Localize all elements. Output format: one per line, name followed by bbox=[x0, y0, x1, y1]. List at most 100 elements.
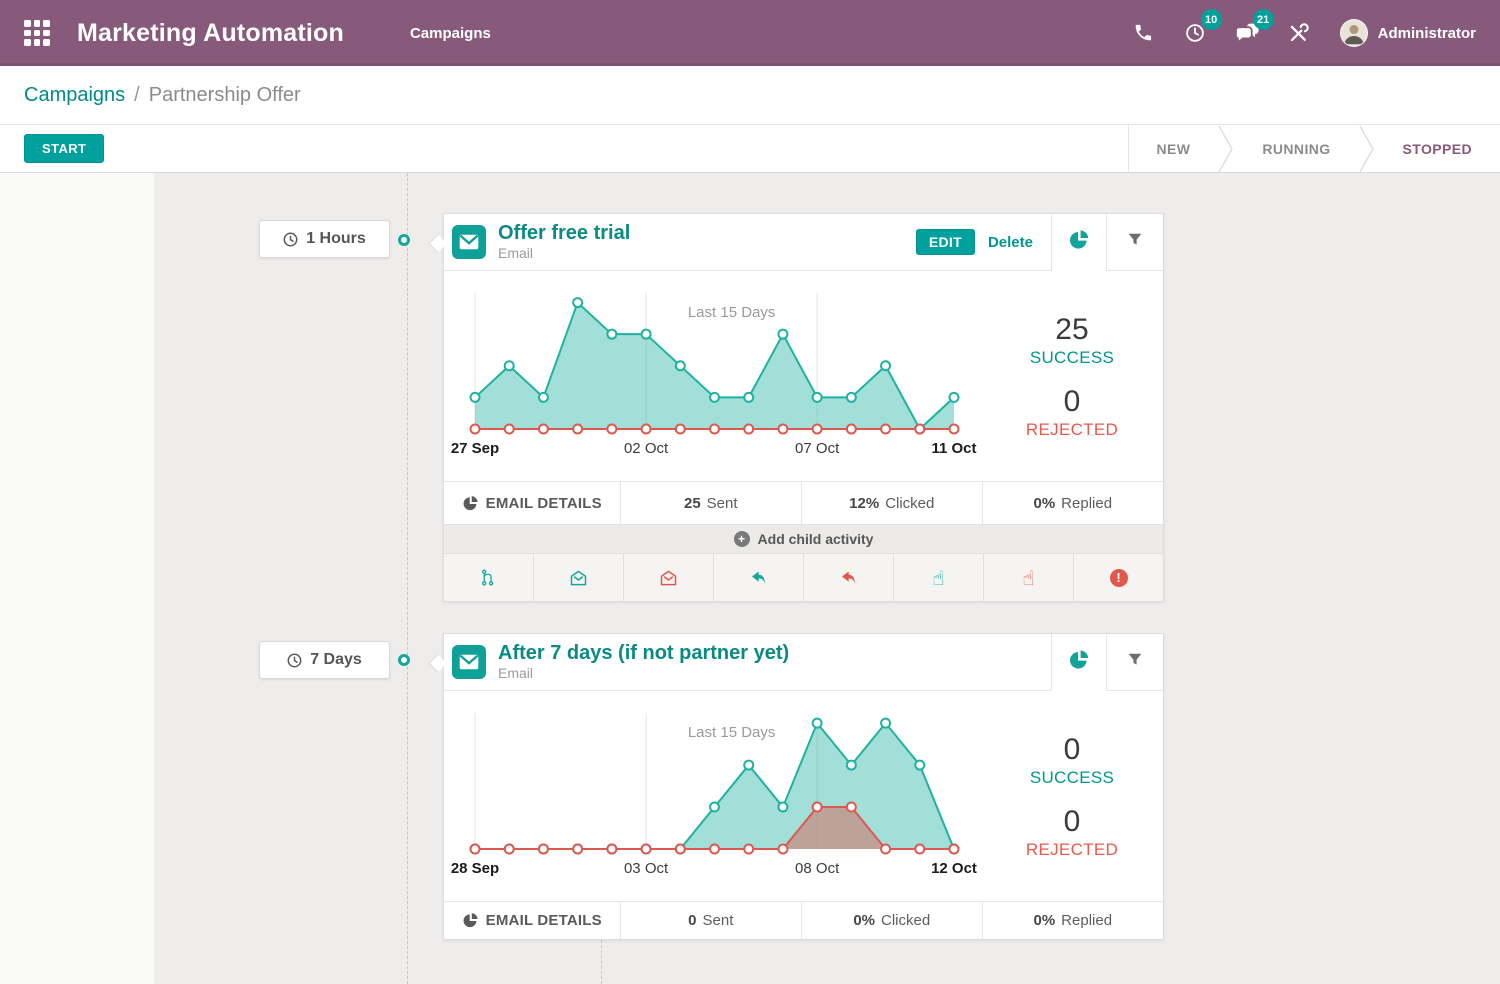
email-details-button[interactable]: EMAIL DETAILS bbox=[444, 902, 620, 939]
stage-stopped[interactable]: STOPPED bbox=[1375, 125, 1500, 172]
email-details-label: EMAIL DETAILS bbox=[486, 912, 602, 929]
activity-2-filter-tab[interactable] bbox=[1106, 634, 1163, 691]
child-activity-trigger-reply-icon[interactable] bbox=[713, 554, 803, 601]
replied-value: 0% bbox=[1033, 495, 1055, 512]
activities-clock-icon[interactable]: 10 bbox=[1180, 13, 1210, 53]
clock-icon bbox=[287, 653, 302, 668]
svg-text:12 Oct: 12 Oct bbox=[931, 860, 977, 877]
delay-text: 1 Hours bbox=[306, 230, 366, 248]
email-activity-icon bbox=[452, 645, 486, 679]
success-count[interactable]: 25 bbox=[1030, 313, 1114, 346]
pie-chart-icon bbox=[462, 495, 479, 512]
clicked-stat[interactable]: 12% Clicked bbox=[801, 482, 982, 524]
replied-label: Replied bbox=[1061, 912, 1112, 929]
breadcrumb: Campaigns / Partnership Offer bbox=[0, 66, 1500, 125]
activity-1-node-circle bbox=[398, 234, 410, 246]
activity-1-email-stats: EMAIL DETAILS 25 Sent 12% Clicked 0% Rep… bbox=[444, 481, 1163, 524]
phone-icon[interactable] bbox=[1128, 13, 1158, 53]
rejected-count[interactable]: 0 bbox=[1026, 385, 1118, 418]
edit-button[interactable]: EDIT bbox=[916, 229, 975, 255]
clock-icon bbox=[283, 232, 298, 247]
breadcrumb-campaigns-link[interactable]: Campaigns bbox=[24, 84, 125, 107]
child-activity-trigger-hand-pointer-icon[interactable]: ☝ bbox=[983, 554, 1073, 601]
page-title: Partnership Offer bbox=[149, 84, 301, 107]
svg-text:03 Oct: 03 Oct bbox=[624, 860, 669, 877]
activity-2-title[interactable]: After 7 days (if not partner yet) bbox=[498, 643, 1051, 665]
svg-text:02 Oct: 02 Oct bbox=[624, 440, 669, 457]
activity-2-delay-badge[interactable]: 7 Days bbox=[259, 641, 390, 679]
user-menu[interactable]: Administrator bbox=[1340, 19, 1476, 47]
pie-chart-icon bbox=[1068, 649, 1090, 676]
clicked-label: Clicked bbox=[881, 912, 930, 929]
svg-text:11 Oct: 11 Oct bbox=[931, 440, 976, 457]
activity-2-graph-tab[interactable] bbox=[1051, 634, 1106, 691]
stage-new[interactable]: NEW bbox=[1129, 125, 1219, 172]
child-connector-stub bbox=[601, 940, 602, 984]
exclamation-icon: ! bbox=[1110, 569, 1128, 587]
email-details-button[interactable]: EMAIL DETAILS bbox=[444, 482, 620, 524]
child-activity-trigger-envelope-open-icon[interactable] bbox=[533, 554, 623, 601]
activity-1-type: Email bbox=[498, 245, 916, 261]
pie-chart-icon bbox=[1068, 229, 1090, 256]
sent-label: Sent bbox=[707, 495, 738, 512]
activity-2-last-15-days-chart: Last 15 Days28 Sep03 Oct08 Oct12 Oct bbox=[444, 691, 981, 901]
activity-card-offer-free-trial: Offer free trial Email EDIT Delete bbox=[443, 213, 1164, 602]
activity-1-graph-tab[interactable] bbox=[1051, 214, 1106, 271]
stage-running[interactable]: RUNNING bbox=[1234, 125, 1358, 172]
branch-icon bbox=[479, 568, 498, 587]
child-trigger-type-row: ☝ ☝! bbox=[444, 553, 1163, 601]
clicked-value: 12% bbox=[849, 495, 879, 512]
child-activity-trigger-hand-pointer-icon[interactable]: ☝ bbox=[893, 554, 983, 601]
reply-icon bbox=[749, 569, 768, 587]
activity-1-last-15-days-chart: Last 15 Days27 Sep02 Oct07 Oct11 Oct bbox=[444, 271, 981, 481]
workflow-connector-line bbox=[407, 173, 408, 984]
svg-text:07 Oct: 07 Oct bbox=[795, 440, 840, 457]
activity-1-title[interactable]: Offer free trial bbox=[498, 223, 916, 245]
apps-grid-icon[interactable] bbox=[24, 20, 50, 46]
activity-1-delay-badge[interactable]: 1 Hours bbox=[259, 220, 390, 258]
replied-stat[interactable]: 0% Replied bbox=[982, 902, 1164, 939]
sent-value: 25 bbox=[684, 495, 701, 512]
start-button[interactable]: START bbox=[24, 134, 104, 163]
messages-count-badge: 21 bbox=[1253, 9, 1274, 30]
sent-stat[interactable]: 25 Sent bbox=[620, 482, 802, 524]
filter-icon bbox=[1126, 231, 1144, 253]
messages-chat-icon[interactable]: 21 bbox=[1232, 13, 1262, 53]
success-label: SUCCESS bbox=[1030, 768, 1114, 788]
hand-pointer-icon: ☝ bbox=[1022, 568, 1034, 588]
sent-label: Sent bbox=[703, 912, 734, 929]
breadcrumb-separator: / bbox=[134, 84, 140, 107]
activity-1-header: Offer free trial Email EDIT Delete bbox=[444, 214, 1163, 271]
child-activity-trigger-reply-icon[interactable] bbox=[803, 554, 893, 601]
marketing-automation-screen: Marketing Automation Campaigns 10 21 bbox=[0, 0, 1500, 984]
child-activity-trigger-exclamation-icon[interactable]: ! bbox=[1073, 554, 1163, 601]
user-name: Administrator bbox=[1378, 25, 1476, 42]
child-activity-trigger-branch-icon[interactable] bbox=[444, 554, 533, 601]
activity-2-node-circle bbox=[398, 654, 410, 666]
status-bar: NEW RUNNING STOPPED bbox=[1128, 125, 1500, 172]
clicked-label: Clicked bbox=[885, 495, 934, 512]
activity-2-kpis: 0 SUCCESS 0 REJECTED bbox=[981, 691, 1163, 901]
child-activity-trigger-envelope-open-icon[interactable] bbox=[623, 554, 713, 601]
reply-icon bbox=[839, 569, 858, 587]
filter-icon bbox=[1126, 651, 1144, 673]
menu-campaigns[interactable]: Campaigns bbox=[410, 25, 491, 42]
activity-1-filter-tab[interactable] bbox=[1106, 214, 1163, 271]
tools-wrench-icon[interactable] bbox=[1284, 13, 1314, 53]
stage-separator-chevron bbox=[1218, 125, 1234, 172]
email-activity-icon bbox=[452, 225, 486, 259]
sent-stat[interactable]: 0 Sent bbox=[620, 902, 802, 939]
rejected-label: REJECTED bbox=[1026, 840, 1118, 860]
success-label: SUCCESS bbox=[1030, 348, 1114, 368]
svg-text:Last 15 Days: Last 15 Days bbox=[688, 304, 776, 321]
rejected-count[interactable]: 0 bbox=[1026, 805, 1118, 838]
replied-stat[interactable]: 0% Replied bbox=[982, 482, 1164, 524]
app-title[interactable]: Marketing Automation bbox=[77, 19, 344, 48]
avatar bbox=[1340, 19, 1368, 47]
add-child-activity-button[interactable]: + Add child activity bbox=[444, 524, 1163, 553]
clicked-stat[interactable]: 0% Clicked bbox=[801, 902, 982, 939]
success-count[interactable]: 0 bbox=[1030, 733, 1114, 766]
delete-button[interactable]: Delete bbox=[988, 234, 1033, 251]
add-child-activity-label: Add child activity bbox=[758, 531, 874, 547]
envelope-open-icon bbox=[568, 568, 589, 588]
